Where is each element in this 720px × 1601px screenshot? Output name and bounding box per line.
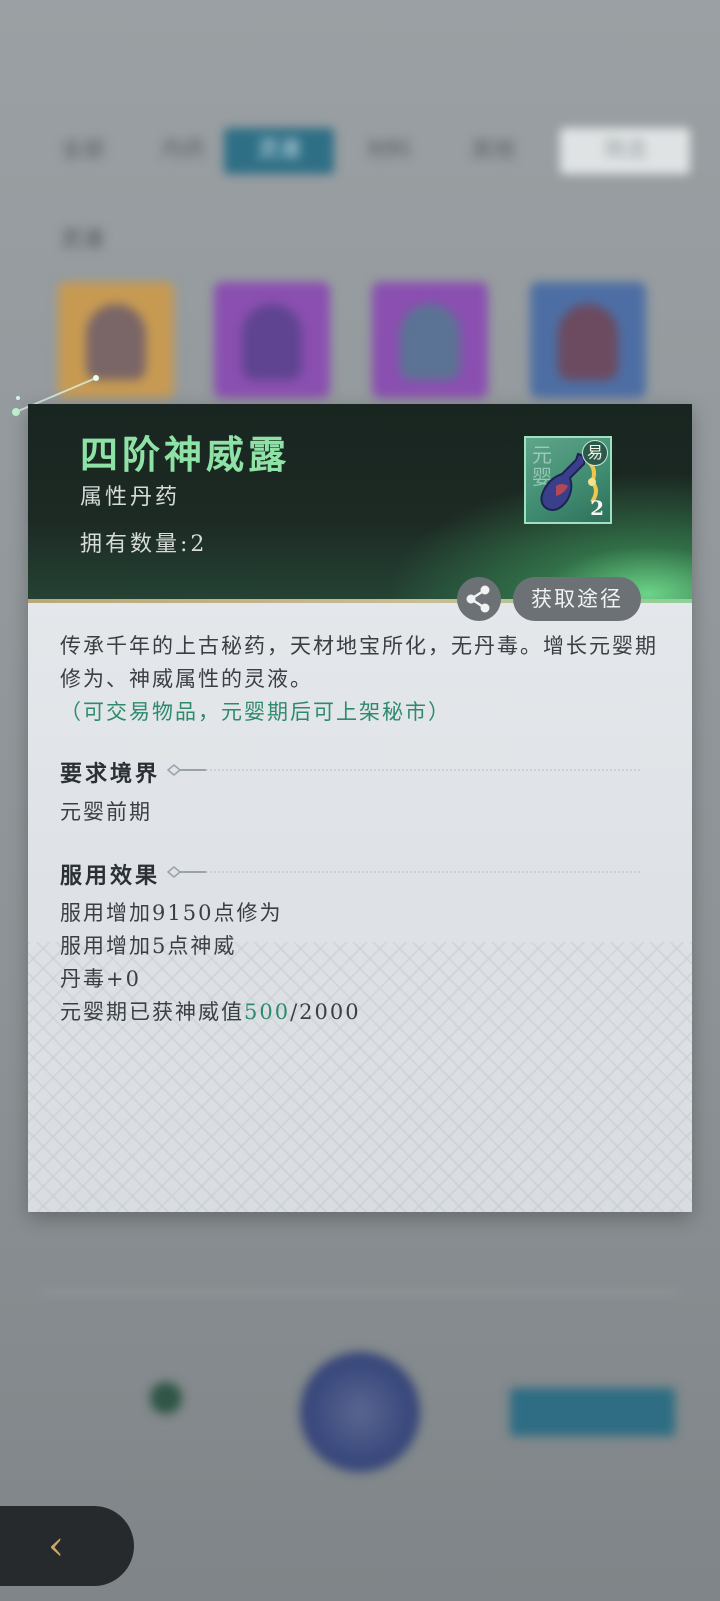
item-category: 属性丹药 <box>80 485 181 510</box>
item-quantity: 2 <box>590 496 604 520</box>
bg-section-title: 灵液 <box>60 228 105 253</box>
bg-tab: 材料 <box>366 138 411 163</box>
owned-label: 拥有数量: <box>80 532 191 557</box>
bg-action-button <box>510 1388 675 1436</box>
requirement-title: 要求境界 <box>60 761 161 787</box>
trade-note: （可交易物品，元婴期后可上架秘市） <box>60 700 451 724</box>
bg-tab: 其他 <box>470 138 515 163</box>
owned-value: 2 <box>190 532 208 557</box>
effect-line: 服用增加5点神威 <box>60 934 237 958</box>
owned-count: 拥有数量:2 <box>80 526 207 558</box>
effects-list: 服用增加9150点修为 服用增加5点神威 丹毒+0 元婴期已获神威值500/20… <box>60 897 361 1029</box>
bg-tab-active: 灵液 <box>224 128 334 174</box>
bg-indicator <box>150 1382 182 1414</box>
bg-item-card <box>372 282 488 398</box>
share-icon <box>466 585 490 613</box>
acquire-source-button[interactable]: 获取途径 <box>513 577 641 621</box>
back-button[interactable]: ‹ <box>0 1506 134 1586</box>
section-divider <box>166 866 642 878</box>
bg-item-card <box>214 282 330 398</box>
effects-title: 服用效果 <box>60 863 161 889</box>
background-tabs: 全部 丹药 灵液 材料 其他 筛选 <box>28 128 708 178</box>
item-icon-frame[interactable]: 元婴 易 2 <box>524 436 612 524</box>
bg-tab: 全部 <box>60 138 105 163</box>
share-button[interactable] <box>457 577 501 621</box>
progress-label: 元婴期已获神威值 <box>60 1000 244 1024</box>
bg-divider <box>40 1292 680 1294</box>
item-detail-dialog: 四阶神威露 属性丹药 拥有数量:2 元婴 易 2 获取途径 传承千年的上古秘药，… <box>28 404 692 1212</box>
bg-main-button <box>300 1352 420 1472</box>
item-title: 四阶神威露 <box>80 432 291 477</box>
tradable-badge: 易 <box>582 440 608 466</box>
bg-tab: 丹药 <box>160 138 205 163</box>
description-text: 传承千年的上古秘药，天材地宝所化，无丹毒。增长元婴期修为、神威属性的灵液。 <box>60 634 658 691</box>
section-divider <box>166 764 642 776</box>
effect-line: 丹毒+0 <box>60 967 141 991</box>
progress-current: 500 <box>244 1000 291 1024</box>
item-description: 传承千年的上古秘药，天材地宝所化，无丹毒。增长元婴期修为、神威属性的灵液。 （可… <box>60 630 660 729</box>
dialog-header: 四阶神威露 属性丹药 拥有数量:2 元婴 易 2 <box>28 404 692 599</box>
progress-total: /2000 <box>290 1000 361 1024</box>
bg-filter-box: 筛选 <box>560 128 690 174</box>
progress-line: 元婴期已获神威值500/2000 <box>60 996 361 1029</box>
bg-item-card <box>530 282 646 398</box>
back-arrow-icon: ‹ <box>48 1523 64 1569</box>
effect-line: 服用增加9150点修为 <box>60 901 283 925</box>
requirement-value: 元婴前期 <box>60 800 152 824</box>
